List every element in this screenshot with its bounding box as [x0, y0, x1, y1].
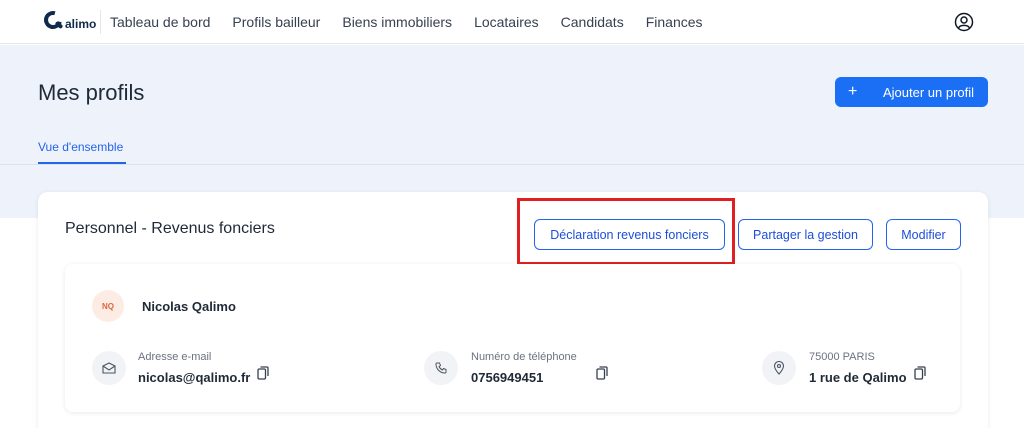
phone-icon — [424, 351, 458, 385]
nav-item-profils-bailleur[interactable]: Profils bailleur — [232, 14, 320, 30]
copy-address-icon[interactable] — [914, 366, 926, 380]
edit-profile-button[interactable]: Modifier — [886, 219, 961, 250]
logo-q-icon — [40, 7, 66, 33]
nav-item-finances[interactable]: Finances — [646, 14, 703, 30]
logo-divider — [100, 10, 101, 34]
address-city-label: 75000 PARIS — [809, 351, 875, 363]
copy-phone-icon[interactable] — [596, 366, 608, 380]
nav-menu: Tableau de bord Profils bailleur Biens i… — [110, 0, 725, 44]
phone-value: 0756949451 — [471, 370, 544, 385]
avatar: NQ — [92, 290, 124, 322]
person-name: Nicolas Qalimo — [142, 299, 236, 314]
add-profile-label: Ajouter un profil — [883, 84, 975, 100]
highlight-annotation — [517, 198, 735, 265]
add-profile-button[interactable]: + Ajouter un profil — [835, 77, 988, 107]
top-navigation: alimo Tableau de bord Profils bailleur B… — [0, 0, 1024, 44]
profile-card-title: Personnel - Revenus fonciers — [65, 220, 275, 237]
location-pin-icon — [762, 351, 796, 385]
address-street-value: 1 rue de Qalimo — [809, 370, 907, 385]
email-value: nicolas@qalimo.fr — [138, 370, 251, 385]
email-label: Adresse e-mail — [138, 351, 212, 363]
copy-email-icon[interactable] — [257, 366, 269, 380]
share-management-button[interactable]: Partager la gestion — [738, 219, 873, 250]
phone-label: Numéro de téléphone — [471, 351, 577, 363]
qalimo-logo[interactable]: alimo — [40, 7, 97, 33]
nav-item-locataires[interactable]: Locataires — [474, 14, 539, 30]
tabs-divider — [0, 164, 1024, 165]
nav-item-tableau-de-bord[interactable]: Tableau de bord — [110, 14, 210, 30]
user-circle-icon[interactable] — [954, 12, 974, 32]
mail-icon — [92, 351, 126, 385]
nav-item-candidats[interactable]: Candidats — [561, 14, 624, 30]
person-card — [65, 264, 960, 412]
nav-item-biens-immobiliers[interactable]: Biens immobiliers — [342, 14, 452, 30]
plus-icon: + — [848, 83, 858, 100]
page-title: Mes profils — [38, 80, 145, 105]
logo-text: alimo — [65, 17, 97, 31]
tab-vue-ensemble[interactable]: Vue d'ensemble — [38, 140, 123, 154]
